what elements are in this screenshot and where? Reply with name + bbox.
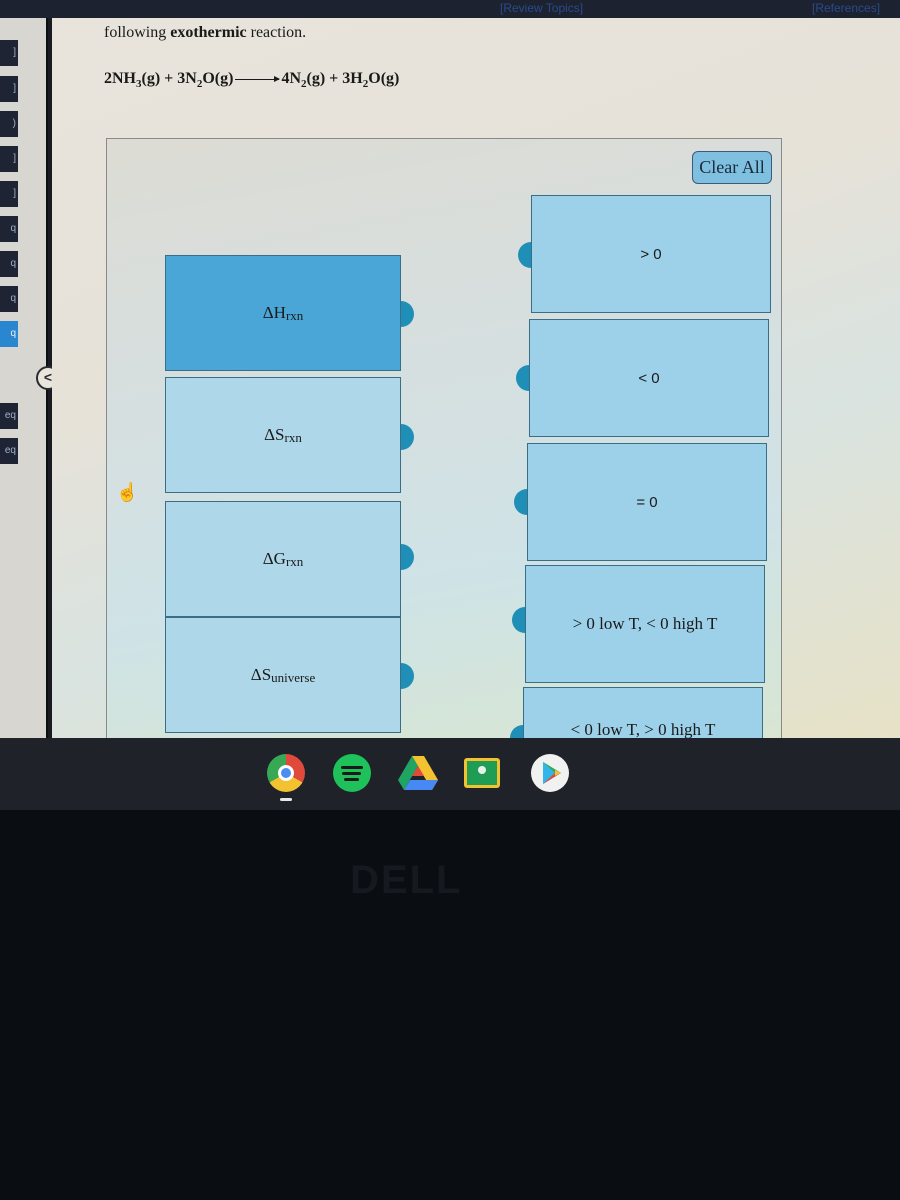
sidebar-item[interactable]: q <box>0 216 18 242</box>
product-2: 3H2O(g) <box>342 70 400 91</box>
item-symbol: ΔS <box>264 425 285 444</box>
item-subscript: universe <box>271 670 316 685</box>
connector-handle[interactable] <box>401 424 414 450</box>
match-item-delta-s-rxn[interactable]: ΔS rxn <box>165 377 401 493</box>
target-label: > 0 low T, < 0 high T <box>572 614 718 633</box>
plus-sign: + <box>329 70 339 87</box>
connector-handle[interactable] <box>401 544 414 570</box>
item-symbol: ΔG <box>262 549 286 568</box>
question-text-suffix: reaction. <box>246 24 307 41</box>
spotify-icon[interactable] <box>333 754 371 792</box>
google-drive-icon[interactable] <box>398 754 438 792</box>
item-symbol: ΔS <box>250 665 272 684</box>
sidebar-item[interactable]: ] <box>0 181 18 207</box>
google-drive-glyph <box>398 756 438 790</box>
match-item-delta-h-rxn[interactable]: ΔH rxn <box>165 255 401 371</box>
question-content: following exothermic reaction. 2NH3(g) +… <box>52 18 900 751</box>
question-text-prefix: following <box>104 24 171 41</box>
target-label: < 0 <box>638 369 660 387</box>
connector-handle[interactable] <box>514 489 527 515</box>
sidebar-item[interactable]: ] <box>0 40 18 66</box>
reaction-arrow-icon <box>235 75 281 82</box>
match-item-delta-s-universe[interactable]: ΔS universe <box>165 617 401 733</box>
connector-handle[interactable] <box>401 663 414 689</box>
match-item-delta-g-rxn[interactable]: ΔG rxn <box>165 501 401 617</box>
target-label: < 0 low T, > 0 high T <box>570 720 716 739</box>
product-1: 4N2(g) <box>281 70 326 91</box>
chemical-equation: 2NH3(g) + 3N2O(g) 4N2(g) + 3H2O(g) <box>104 70 399 90</box>
sidebar-item[interactable]: q <box>0 286 18 312</box>
item-subscript: rxn <box>285 554 304 569</box>
sidebar-item[interactable]: ] <box>0 146 18 172</box>
match-target-equals-zero[interactable]: = 0 <box>527 443 767 561</box>
connector-handle[interactable] <box>518 242 531 268</box>
question-text-emphasis: exothermic <box>170 24 247 41</box>
sidebar-item-active[interactable]: q <box>0 321 18 347</box>
match-target-less-than-zero[interactable]: < 0 <box>529 319 769 437</box>
question-text: following exothermic reaction. <box>104 24 306 42</box>
match-target-greater-than-zero[interactable]: > 0 <box>531 195 771 313</box>
clear-all-button[interactable]: Clear All <box>692 151 772 184</box>
item-subscript: rxn <box>285 308 304 323</box>
references-link[interactable]: [References] <box>812 1 880 15</box>
connector-handle[interactable] <box>512 607 525 633</box>
sidebar-item[interactable]: q <box>0 251 18 277</box>
app-top-bar: [Review Topics] [References] <box>0 0 900 18</box>
chrome-icon[interactable] <box>267 754 305 792</box>
google-classroom-icon[interactable] <box>464 758 500 788</box>
sidebar-item[interactable]: eq <box>0 438 18 464</box>
target-label: > 0 <box>640 245 662 263</box>
laptop-bezel: DELL <box>0 810 900 1200</box>
matching-panel: Clear All ΔH rxn ΔS rxn ΔG rxn ΔS universe >… <box>106 138 782 751</box>
review-topics-link[interactable]: [Review Topics] <box>500 1 583 15</box>
item-symbol: ΔH <box>262 303 286 322</box>
sidebar-item[interactable]: ] <box>0 76 18 102</box>
brand-logo: DELL <box>350 858 463 902</box>
pointer-hand-icon: ☝ <box>116 482 139 502</box>
play-store-icon[interactable] <box>531 754 569 792</box>
play-store-glyph <box>543 762 561 784</box>
connector-handle[interactable] <box>516 365 529 391</box>
active-app-indicator <box>280 798 292 801</box>
os-shelf <box>0 738 900 810</box>
target-label: = 0 <box>636 493 658 511</box>
sidebar-item[interactable]: eq <box>0 403 18 429</box>
reactant-1: 2NH3(g) <box>104 70 161 91</box>
sidebar-item[interactable]: ) <box>0 111 18 137</box>
item-subscript: rxn <box>284 430 302 445</box>
plus-sign: + <box>164 70 174 87</box>
connector-handle[interactable] <box>401 301 414 327</box>
reactant-2: 3N2O(g) <box>177 70 234 91</box>
match-target-positive-low-t[interactable]: > 0 low T, < 0 high T <box>525 565 765 683</box>
